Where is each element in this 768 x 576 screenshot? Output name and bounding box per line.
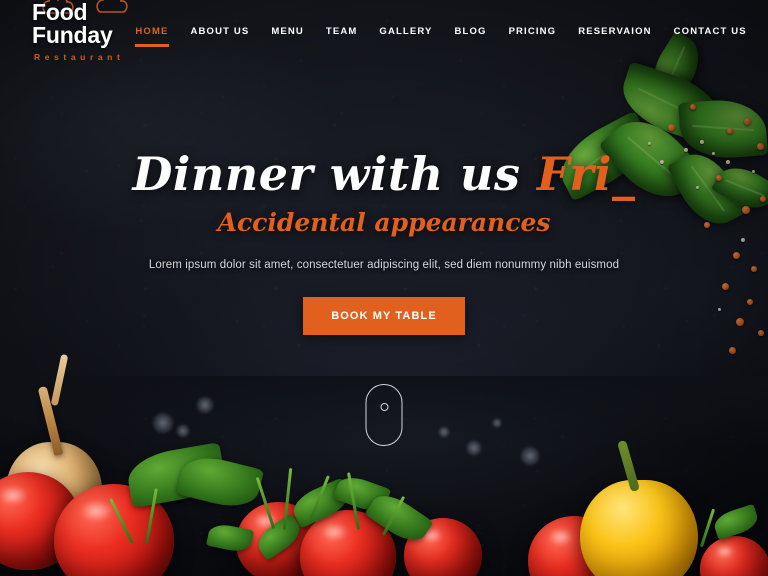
nav-item-home[interactable]: HOME <box>124 20 179 47</box>
hero-heading-static: Dinner with us <box>132 147 537 201</box>
hero-description: Lorem ipsum dolor sit amet, consectetuer… <box>148 258 620 271</box>
book-my-table-button[interactable]: BOOK MY TABLE <box>303 296 465 335</box>
main-navigation: HOME ABOUT US MENU TEAM GALLERY BLOG PRI… <box>124 20 758 47</box>
site-header: Food Funday Restaurant HOME ABOUT US MEN… <box>0 0 768 62</box>
brand-logo[interactable]: Food Funday Restaurant <box>32 0 128 62</box>
brand-name: Food Funday <box>32 0 113 48</box>
nav-item-team[interactable]: TEAM <box>315 20 369 43</box>
nav-item-about-us[interactable]: ABOUT US <box>180 20 261 43</box>
hero-heading: Dinner with us Fri_ <box>0 147 768 201</box>
typing-cursor: _ <box>611 147 636 201</box>
nav-item-contact-us[interactable]: CONTACT US <box>663 20 758 43</box>
brand-tagline: Restaurant <box>34 51 125 62</box>
hero-subheading: Accidental appearances <box>217 207 551 237</box>
nav-item-reservaion[interactable]: RESERVAION <box>567 20 662 43</box>
nav-item-pricing[interactable]: PRICING <box>498 20 568 43</box>
hero-heading-typed: Fri <box>536 147 612 201</box>
scroll-wheel-dot <box>380 403 388 411</box>
nav-item-blog[interactable]: BLOG <box>444 20 498 43</box>
hero-content: Dinner with us Fri_ Accidental appearanc… <box>0 147 768 335</box>
mouse-scroll-icon[interactable] <box>365 384 403 446</box>
nav-item-gallery[interactable]: GALLERY <box>368 20 443 43</box>
nav-item-menu[interactable]: MENU <box>260 20 315 43</box>
